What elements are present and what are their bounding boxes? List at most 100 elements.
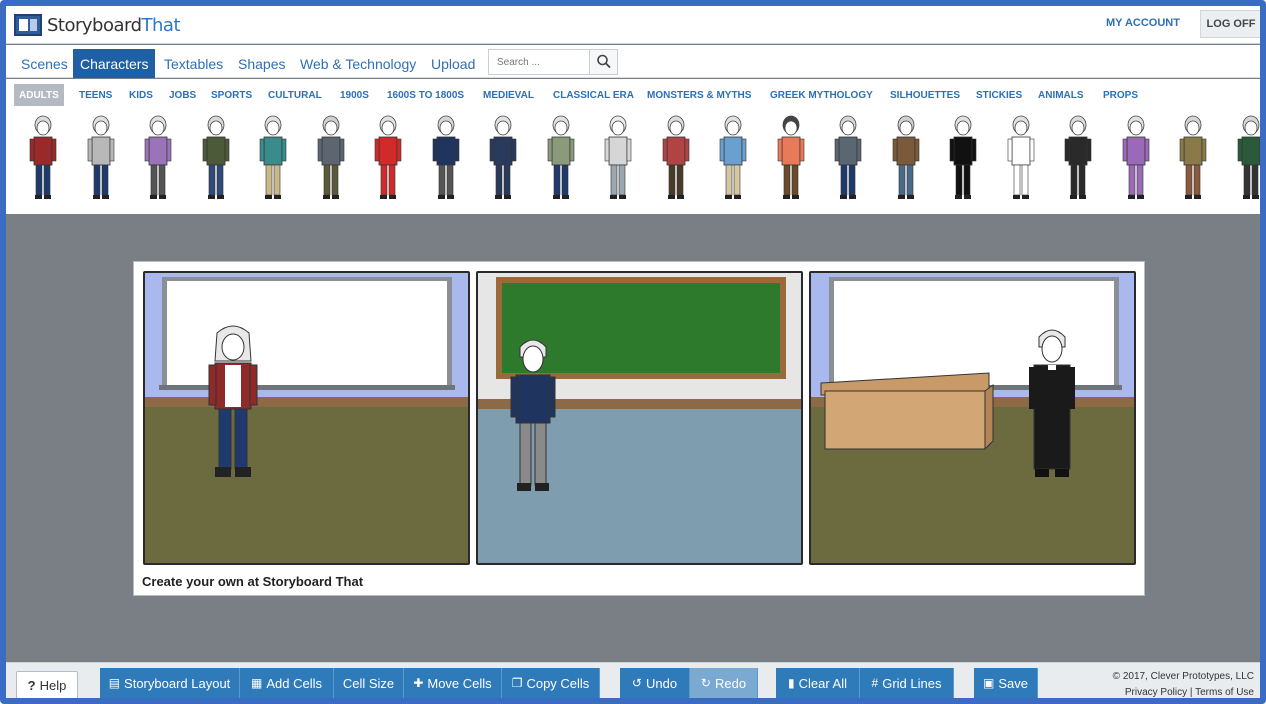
app-window: Storyboard That MY ACCOUNT LOG OFF Scene… bbox=[0, 0, 1266, 704]
logo[interactable]: Storyboard That bbox=[14, 12, 181, 38]
log-off-button[interactable]: LOG OFF bbox=[1200, 10, 1260, 38]
move-cells-button[interactable]: ✚ Move Cells bbox=[404, 668, 502, 698]
character-thumbnail[interactable] bbox=[833, 113, 863, 201]
bottom-toolbar: ? Help ▤ Storyboard Layout ▦ Add Cells C… bbox=[6, 662, 1260, 698]
move-icon: ✚ bbox=[413, 676, 424, 690]
tab-upload[interactable]: Upload bbox=[424, 49, 482, 78]
search-button[interactable] bbox=[589, 50, 617, 74]
cell-size-button[interactable]: Cell Size bbox=[334, 668, 404, 698]
storyboard-layout-label: Storyboard Layout bbox=[124, 675, 231, 691]
character-thumbnail[interactable] bbox=[776, 113, 806, 201]
logo-icon bbox=[14, 14, 42, 36]
character-thumbnail[interactable] bbox=[1006, 113, 1036, 201]
category-cultural[interactable]: CULTURAL bbox=[263, 84, 327, 106]
grid-icon: # bbox=[871, 676, 879, 690]
tab-textables[interactable]: Textables bbox=[157, 49, 230, 78]
terms-of-use-link[interactable]: Terms of Use bbox=[1195, 687, 1254, 698]
storyboard-layout-button[interactable]: ▤ Storyboard Layout bbox=[100, 668, 240, 698]
category-1600s-to-1800s[interactable]: 1600S TO 1800S bbox=[382, 84, 469, 106]
redo-label: Redo bbox=[714, 675, 747, 691]
undo-button[interactable]: ↺ Undo bbox=[620, 668, 690, 698]
add-cells-label: Add Cells bbox=[266, 675, 322, 691]
character-thumbnail[interactable] bbox=[316, 113, 346, 201]
priest-character[interactable] bbox=[1027, 325, 1077, 485]
tab-web-technology[interactable]: Web & Technology bbox=[293, 49, 423, 78]
character-strip: ◂ ▸ bbox=[6, 110, 1260, 214]
save-button[interactable]: ▣ Save bbox=[974, 668, 1038, 698]
category-adults[interactable]: ADULTS bbox=[14, 84, 64, 106]
character-thumbnail[interactable] bbox=[488, 113, 518, 201]
copy-cells-button[interactable]: ❐ Copy Cells bbox=[502, 668, 600, 698]
character-thumbnail[interactable] bbox=[718, 113, 748, 201]
category-sports[interactable]: SPORTS bbox=[206, 84, 257, 106]
character-thumbnail[interactable] bbox=[891, 113, 921, 201]
tab-scenes[interactable]: Scenes bbox=[14, 49, 75, 78]
character-thumbnail[interactable] bbox=[258, 113, 288, 201]
character-thumbnail[interactable] bbox=[948, 113, 978, 201]
trash-icon: ▮ bbox=[787, 676, 795, 690]
privacy-policy-link[interactable]: Privacy Policy bbox=[1125, 687, 1187, 698]
character-thumbnail[interactable] bbox=[201, 113, 231, 201]
character-thumbnail[interactable] bbox=[546, 113, 576, 201]
cell-size-label: Cell Size bbox=[342, 675, 395, 691]
character-thumbnail[interactable] bbox=[1121, 113, 1151, 201]
tab-characters[interactable]: Characters bbox=[73, 49, 156, 78]
footer-links: Privacy Policy | Terms of Use bbox=[1086, 685, 1254, 698]
save-label: Save bbox=[998, 675, 1028, 691]
undo-label: Undo bbox=[645, 675, 678, 691]
logo-text-that: That bbox=[141, 14, 181, 36]
character-thumbnail[interactable] bbox=[143, 113, 173, 201]
character-thumbnail[interactable] bbox=[603, 113, 633, 201]
character-thumbnail[interactable] bbox=[28, 113, 58, 201]
category-monsters-myths[interactable]: MONSTERS & MYTHS bbox=[642, 84, 756, 106]
character-thumbnail[interactable] bbox=[86, 113, 116, 201]
redo-icon: ↻ bbox=[700, 676, 711, 690]
storyboard-cell-2[interactable] bbox=[476, 271, 803, 565]
add-cells-button[interactable]: ▦ Add Cells bbox=[240, 668, 334, 698]
category-1900s[interactable]: 1900S bbox=[335, 84, 374, 106]
tab-shapes[interactable]: Shapes bbox=[231, 49, 292, 78]
character-thumbnail[interactable] bbox=[431, 113, 461, 201]
category-animals[interactable]: ANIMALS bbox=[1033, 84, 1089, 106]
copyright-text: © 2017, Clever Prototypes, LLC bbox=[1112, 671, 1254, 682]
grid-lines-button[interactable]: # Grid Lines bbox=[860, 668, 954, 698]
woman-character[interactable] bbox=[203, 323, 263, 483]
search-icon bbox=[597, 54, 611, 68]
storyboard: Create your own at Storyboard That bbox=[133, 261, 1145, 596]
character-thumbnail[interactable] bbox=[1178, 113, 1208, 201]
category-medieval[interactable]: MEDIEVAL bbox=[478, 84, 539, 106]
logo-text-storyboard: Storyboard bbox=[47, 14, 142, 36]
library-tabs: Scenes Characters Textables Shapes Web &… bbox=[6, 45, 1260, 78]
character-thumbnail[interactable] bbox=[661, 113, 691, 201]
man-character[interactable] bbox=[508, 335, 558, 495]
category-silhouettes[interactable]: SILHOUETTES bbox=[885, 84, 965, 106]
my-account-link[interactable]: MY ACCOUNT bbox=[1106, 17, 1180, 29]
character-thumbnail[interactable] bbox=[1063, 113, 1093, 201]
storyboard-caption: Create your own at Storyboard That bbox=[142, 574, 364, 589]
search-box bbox=[488, 49, 618, 75]
search-input[interactable] bbox=[489, 50, 589, 74]
storyboard-cell-3[interactable] bbox=[809, 271, 1136, 565]
category-props[interactable]: PROPS bbox=[1098, 84, 1143, 106]
layout-icon: ▤ bbox=[108, 676, 121, 690]
footer: © 2017, Clever Prototypes, LLC Privacy P… bbox=[1086, 669, 1254, 698]
category-kids[interactable]: KIDS bbox=[124, 84, 158, 106]
storyboard-cell-1[interactable] bbox=[143, 271, 470, 565]
category-classical-era[interactable]: CLASSICAL ERA bbox=[548, 84, 639, 106]
help-label: Help bbox=[39, 677, 67, 693]
clear-all-button[interactable]: ▮ Clear All bbox=[776, 668, 860, 698]
category-teens[interactable]: TEENS bbox=[74, 84, 117, 106]
move-cells-label: Move Cells bbox=[427, 675, 492, 691]
copy-cells-label: Copy Cells bbox=[526, 675, 590, 691]
save-icon: ▣ bbox=[983, 676, 995, 690]
category-greek-mythology[interactable]: GREEK MYTHOLOGY bbox=[765, 84, 878, 106]
character-thumbnail[interactable] bbox=[1236, 113, 1261, 201]
category-jobs[interactable]: JOBS bbox=[164, 84, 201, 106]
category-bar: ADULTS TEENS KIDS JOBS SPORTS CULTURAL 1… bbox=[6, 79, 1260, 110]
cell-3-scene bbox=[811, 273, 1134, 563]
category-stickies[interactable]: STICKIES bbox=[971, 84, 1027, 106]
help-button[interactable]: ? Help bbox=[16, 671, 78, 698]
character-thumbnail[interactable] bbox=[373, 113, 403, 201]
top-bar: Storyboard That MY ACCOUNT LOG OFF bbox=[6, 6, 1260, 44]
redo-button[interactable]: ↻ Redo bbox=[690, 668, 758, 698]
